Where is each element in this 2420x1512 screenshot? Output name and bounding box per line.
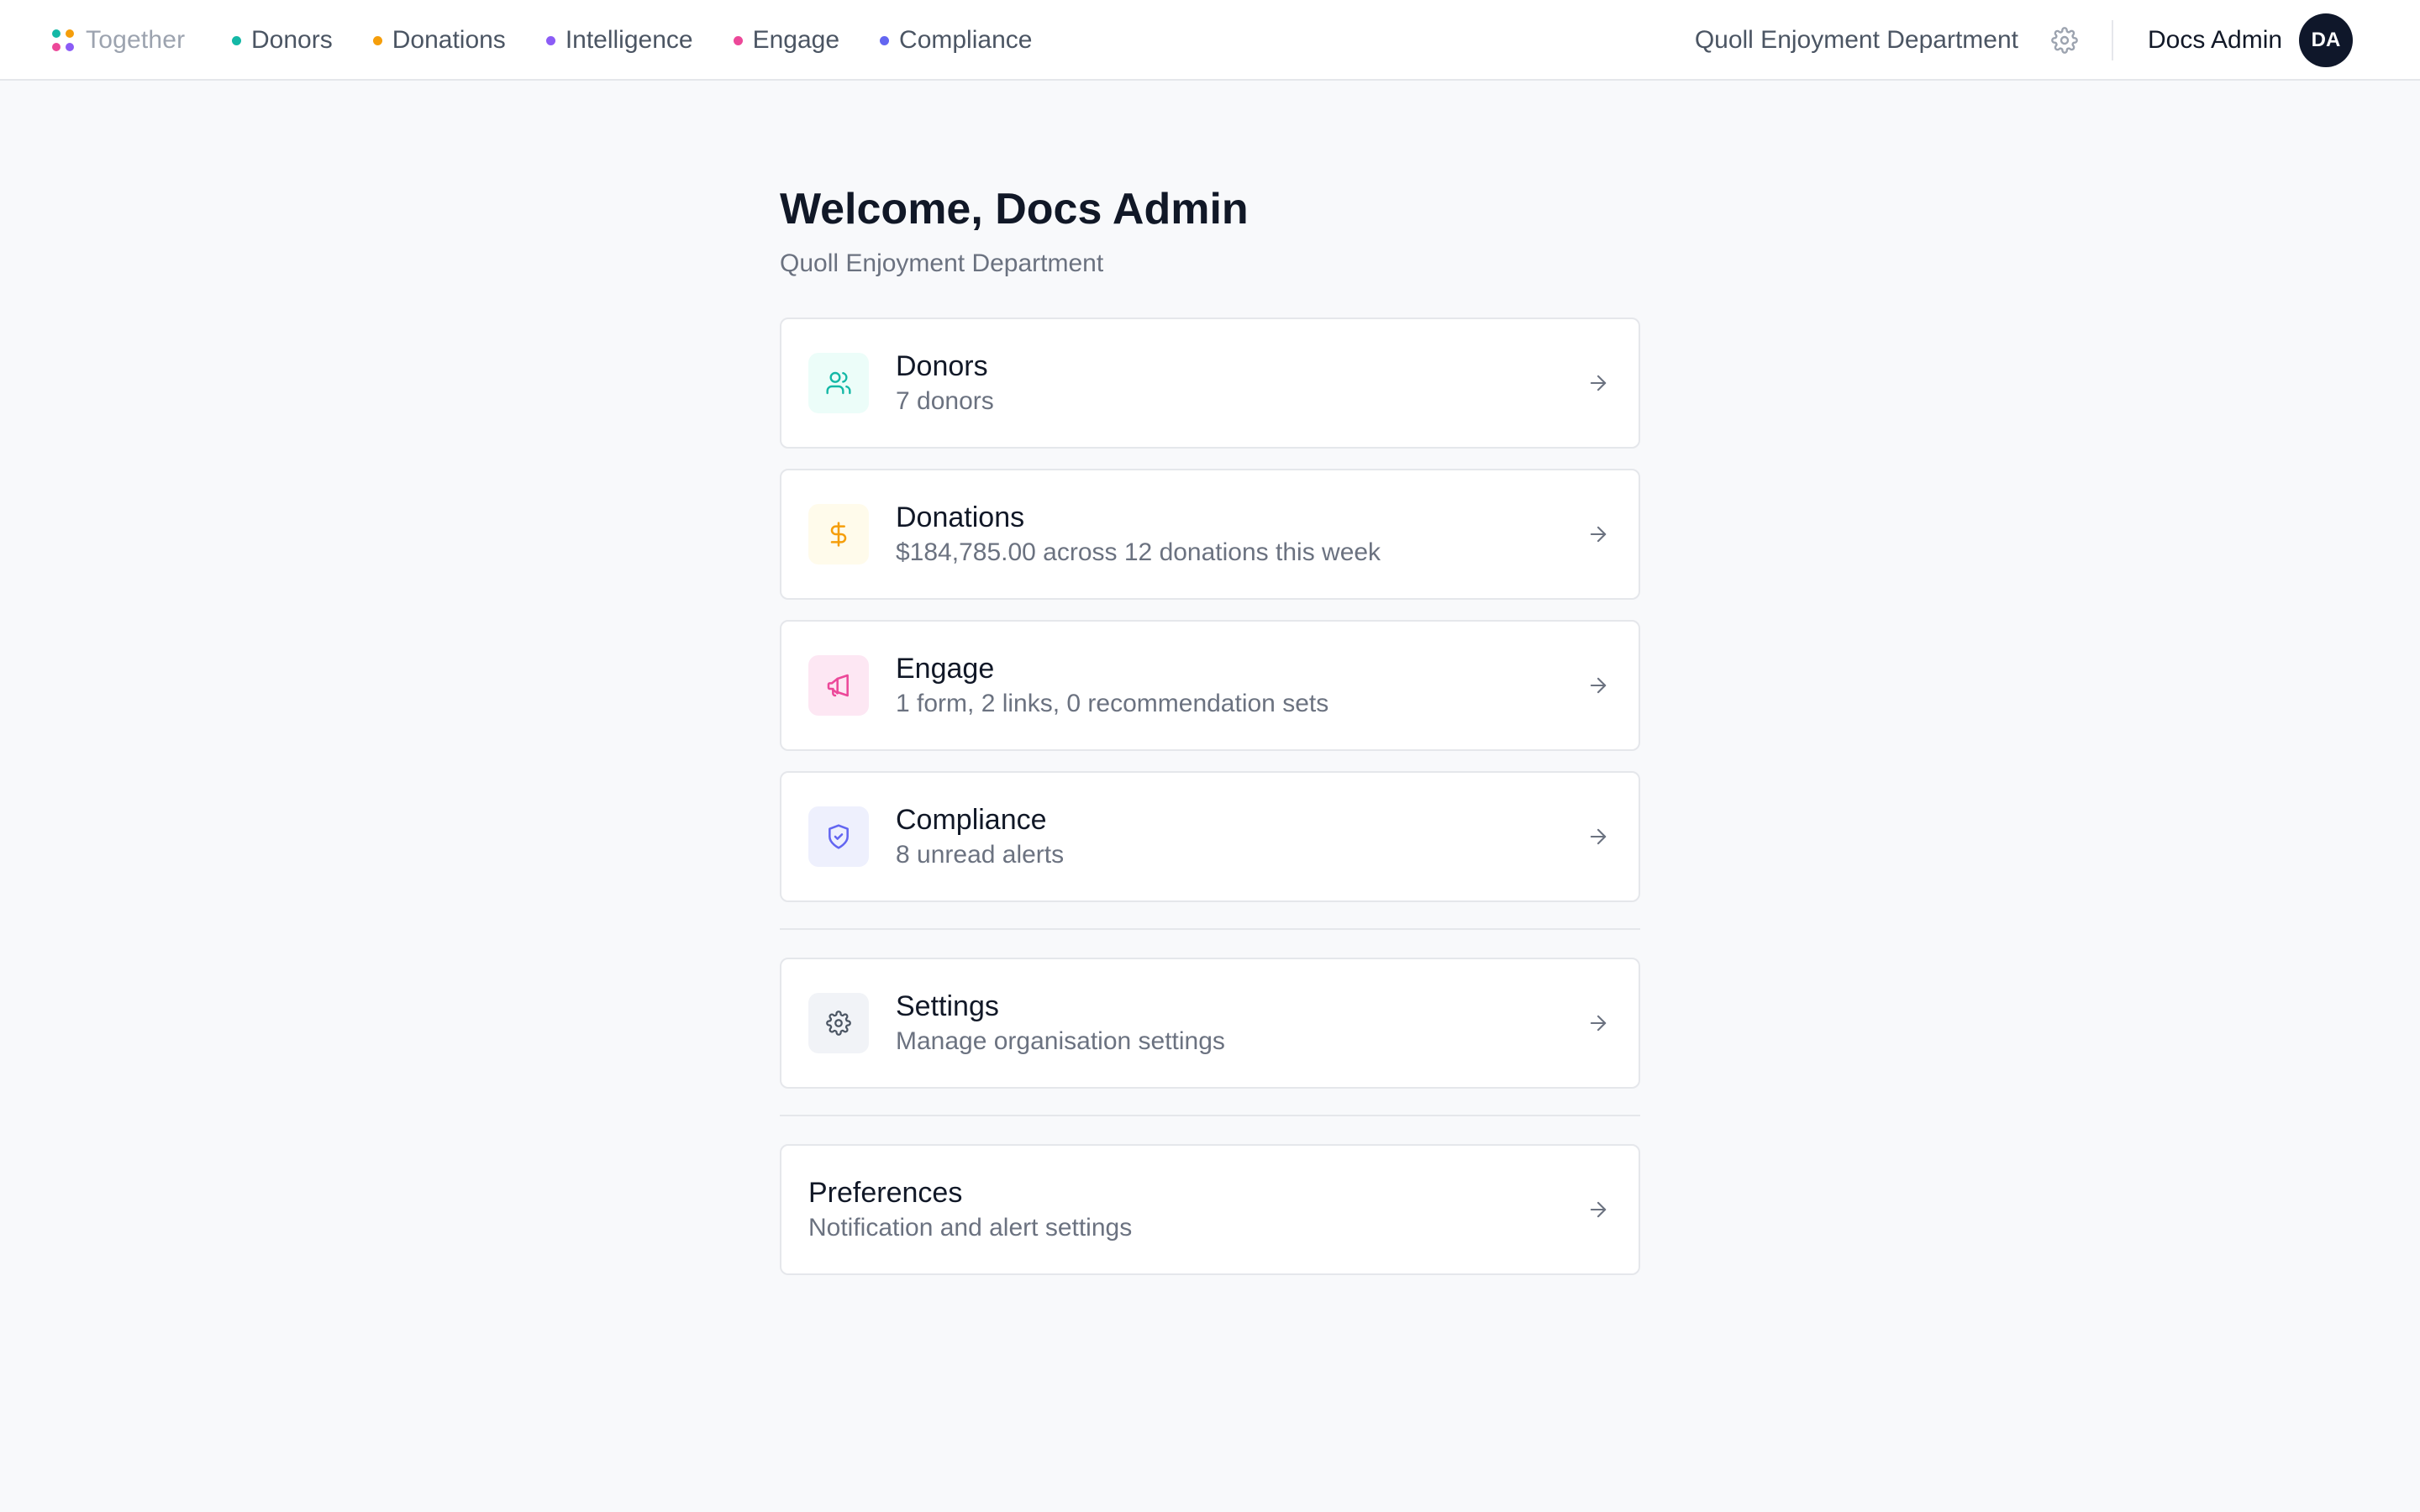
donors-card[interactable]: Donors 7 donors — [780, 318, 1640, 449]
card-description: 8 unread alerts — [896, 841, 1065, 869]
users-icon — [808, 353, 869, 413]
nav-link-label: Intelligence — [565, 26, 693, 54]
settings-card[interactable]: Settings Manage organisation settings — [780, 958, 1640, 1089]
nav-link-label: Compliance — [899, 26, 1033, 54]
brand-logo-icon — [52, 29, 74, 51]
intelligence-dot-icon — [545, 35, 555, 45]
page-title: Welcome, Docs Admin — [780, 185, 1249, 234]
nav-link-label: Engage — [752, 26, 840, 54]
arrow-right-icon — [1583, 1194, 1613, 1225]
compliance-card[interactable]: Compliance 8 unread alerts — [780, 771, 1640, 902]
arrow-right-icon — [1583, 368, 1613, 398]
nav-link-intelligence[interactable]: Intelligence — [545, 26, 693, 55]
arrow-right-icon — [1583, 1008, 1613, 1038]
engage-card[interactable]: Engage 1 form, 2 links, 0 recommendation… — [780, 620, 1640, 751]
card-description: 7 donors — [896, 387, 994, 415]
arrow-right-icon — [1583, 822, 1613, 852]
user-menu-name[interactable]: Docs Admin — [2148, 24, 2282, 57]
gear-icon — [808, 993, 869, 1053]
donations-dot-icon — [372, 35, 382, 45]
brand-link[interactable]: Together — [52, 25, 185, 55]
megaphone-icon — [808, 655, 869, 716]
gear-icon[interactable] — [2050, 26, 2079, 55]
avatar[interactable]: DA — [2299, 13, 2353, 67]
preferences-card[interactable]: Preferences Notification and alert setti… — [780, 1144, 1640, 1275]
card-title: Settings — [896, 990, 999, 1022]
section-divider — [780, 1115, 1640, 1116]
compliance-dot-icon — [880, 35, 890, 45]
card-description: $184,785.00 across 12 donations this wee… — [896, 538, 1381, 566]
organisation-subtitle: Quoll Enjoyment Department — [780, 249, 1104, 277]
nav-link-label: Donors — [251, 26, 333, 54]
donations-card[interactable]: Donations $184,785.00 across 12 donation… — [780, 469, 1640, 600]
arrow-right-icon — [1583, 519, 1613, 549]
primary-nav: Donors Donations Intelligence Engage Com… — [232, 24, 1032, 57]
nav-link-donations[interactable]: Donations — [372, 26, 506, 55]
arrow-right-icon — [1583, 670, 1613, 701]
card-description: Manage organisation settings — [896, 1027, 1225, 1055]
engage-dot-icon — [733, 35, 743, 45]
card-title: Engage — [896, 653, 995, 685]
welcome-header: Welcome, Docs Admin Quoll Enjoyment Depa… — [780, 180, 1640, 281]
nav-link-donors[interactable]: Donors — [232, 26, 333, 55]
dollar-icon — [808, 504, 869, 564]
nav-divider — [2112, 20, 2113, 60]
shield-check-icon — [808, 806, 869, 867]
organisation-switcher[interactable]: Quoll Enjoyment Department — [1695, 24, 2018, 57]
donors-dot-icon — [232, 35, 241, 45]
card-description: Notification and alert settings — [808, 1214, 1133, 1242]
nav-link-engage[interactable]: Engage — [733, 26, 840, 55]
top-navigation-bar: Together Donors Donations Intelligence E… — [0, 0, 2420, 81]
card-description: 1 form, 2 links, 0 recommendation sets — [896, 690, 1329, 717]
nav-link-label: Donations — [392, 26, 506, 54]
card-title: Donations — [896, 501, 1025, 533]
card-title: Preferences — [808, 1177, 963, 1209]
nav-link-compliance[interactable]: Compliance — [880, 26, 1032, 55]
card-title: Compliance — [896, 804, 1047, 836]
card-title: Donors — [896, 350, 988, 382]
section-divider — [780, 928, 1640, 930]
brand-label: Together — [86, 26, 186, 54]
